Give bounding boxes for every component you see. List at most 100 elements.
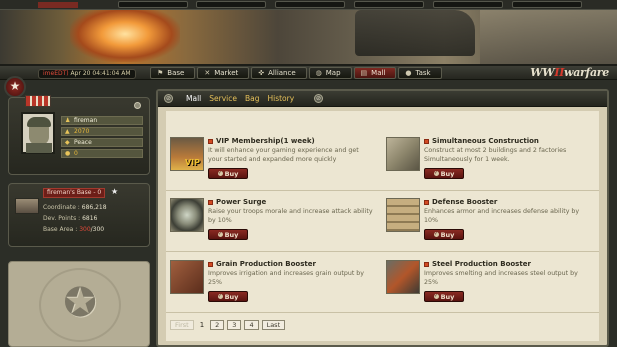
main-tabs: ⚑ Base ✕ Market ✜ Alliance ◍ Map ▤ Mall ● Task [150,67,442,79]
item-title: Simultaneous Construction [424,137,539,145]
emblem-panel: ✪ [8,261,150,347]
top-frame [0,0,617,10]
dev-points-label: Dev. Points : [43,215,81,222]
game-logo: WWIIwarfare [530,66,609,79]
page-2-button[interactable]: 2 [210,320,225,330]
page-3-button[interactable]: 3 [227,320,242,330]
item-title: Steel Production Booster [424,260,531,268]
player-value2: 0 [74,150,78,157]
server-time: imeEDT) Apr 20 04:41:04 AM [38,69,136,79]
player-status: Peace [74,139,92,146]
tab-mall[interactable]: ▤ Mall [353,67,397,79]
tab-label: Map [325,69,341,77]
item-title: Power Surge [208,198,266,206]
buy-button[interactable]: ✓ Buy [208,229,248,240]
pagination: First 1 2 3 4 Last [170,320,286,330]
chevron-up-icon: ▲ [65,128,70,135]
item-description: Improves smelting and increases steel ou… [424,270,578,286]
player-status-row: ◆ Peace [61,138,143,147]
bullet-icon [208,261,213,267]
favorite-star-icon[interactable]: ★ [111,187,118,196]
grain-crate-icon[interactable] [170,260,204,294]
cart-icon: ✓ [433,293,439,299]
subnav-bag[interactable]: Bag [245,94,260,103]
top-slot [196,1,266,8]
vip-membership-icon[interactable]: VIP [170,137,204,171]
logo-prefix: WW [530,66,555,79]
mall-item-steel-booster: Steel Production Booster Improves smelti… [384,258,594,314]
shield-icon: ◆ [65,139,70,146]
mall-item-grain-booster: Grain Production Booster Improves irriga… [168,258,378,314]
dev-points-value: 6816 [82,215,98,222]
buy-button[interactable]: ✓ Buy [424,168,464,179]
base-title[interactable]: fireman's Base - 0 [43,188,106,198]
buy-button[interactable]: ✓ Buy [424,229,464,240]
next-arrow-icon[interactable]: ⊘ [314,94,323,103]
last-page-button[interactable]: Last [261,320,286,330]
tab-label: Task [415,69,431,77]
left-column: ♟ fireman ▲ 2070 ◆ Peace ● 0 fireman's Base … [8,95,150,347]
buy-button[interactable]: ✓ Buy [208,168,248,179]
settings-icon[interactable] [134,102,141,109]
player-value2-row: ● 0 [61,149,143,158]
cart-icon: ✓ [217,170,223,176]
tab-base[interactable]: ⚑ Base [150,67,196,79]
tab-map[interactable]: ◍ Map [308,67,352,79]
first-page-button[interactable]: First [170,320,194,330]
logo-mark: II [554,66,565,79]
mall-item-simultaneous-construction: Simultaneous Construction Construct at m… [384,135,594,191]
item-title: Defense Booster [424,198,497,206]
mall-item-vip: VIP VIP Membership(1 week) It will enhan… [168,135,378,191]
handshake-icon: ✜ [258,69,265,77]
item-description: Raise your troops morale and increase at… [208,208,373,224]
cart-icon: ✓ [433,231,439,237]
base-area-label: Base Area : [43,226,78,233]
mall-content: VIP VIP Membership(1 week) It will enhan… [166,111,599,341]
server-time-value: Apr 20 04:41:04 AM [70,70,131,77]
coin-icon: ● [65,150,71,157]
subnav-history[interactable]: History [267,94,294,103]
tab-alliance[interactable]: ✜ Alliance [251,67,307,79]
tab-task[interactable]: ● Task [398,67,442,79]
top-slot [118,1,188,8]
tab-label: Market [214,69,239,77]
cart-icon: ✓ [217,231,223,237]
top-slot [354,1,424,8]
star-badge-icon[interactable]: ★ [4,76,26,98]
avatar[interactable] [21,112,55,154]
bullet-icon [424,138,429,144]
person-icon: ♟ [65,117,71,124]
logo-suffix: warfare [564,66,609,79]
page-4-button[interactable]: 4 [244,320,259,330]
tab-label: Mall [371,69,386,77]
player-panel: ♟ fireman ▲ 2070 ◆ Peace ● 0 [8,95,150,175]
soviet-star-emblem-icon: ✪ [63,280,97,326]
item-description: It will enhance your gaming experience a… [208,147,359,163]
divider [166,251,599,252]
scope-icon[interactable] [170,198,204,232]
subnav-mall[interactable]: Mall [186,94,201,103]
prev-arrow-icon[interactable]: ⊘ [164,94,173,103]
construction-box-icon[interactable] [386,137,420,171]
item-description: Construct at most 2 buildings and 2 fact… [424,147,567,163]
steel-factory-icon[interactable] [386,260,420,294]
base-area-used: 300 [79,226,91,233]
tab-label: Alliance [268,69,296,77]
tab-label: Base [167,69,185,77]
tank-art [355,10,475,56]
coordinate-value: 686,218 [81,204,107,211]
server-time-zone: imeEDT) [43,70,69,77]
mall-subnav: ⊘ Mall Service Bag History ⊘ [158,91,607,107]
bullet-icon [424,261,429,267]
base-thumbnail[interactable] [15,198,39,214]
subnav-service[interactable]: Service [209,94,237,103]
mall-item-power-surge: Power Surge Raise your troops morale and… [168,196,378,252]
item-title: Grain Production Booster [208,260,316,268]
cart-icon: ▤ [360,69,368,77]
cart-icon: ✓ [433,170,439,176]
buy-button[interactable]: ✓ Buy [208,291,248,302]
item-description: Improves irrigation and increases grain … [208,270,365,286]
buy-button[interactable]: ✓ Buy [424,291,464,302]
sandbag-icon[interactable] [386,198,420,232]
tab-market[interactable]: ✕ Market [197,67,250,79]
